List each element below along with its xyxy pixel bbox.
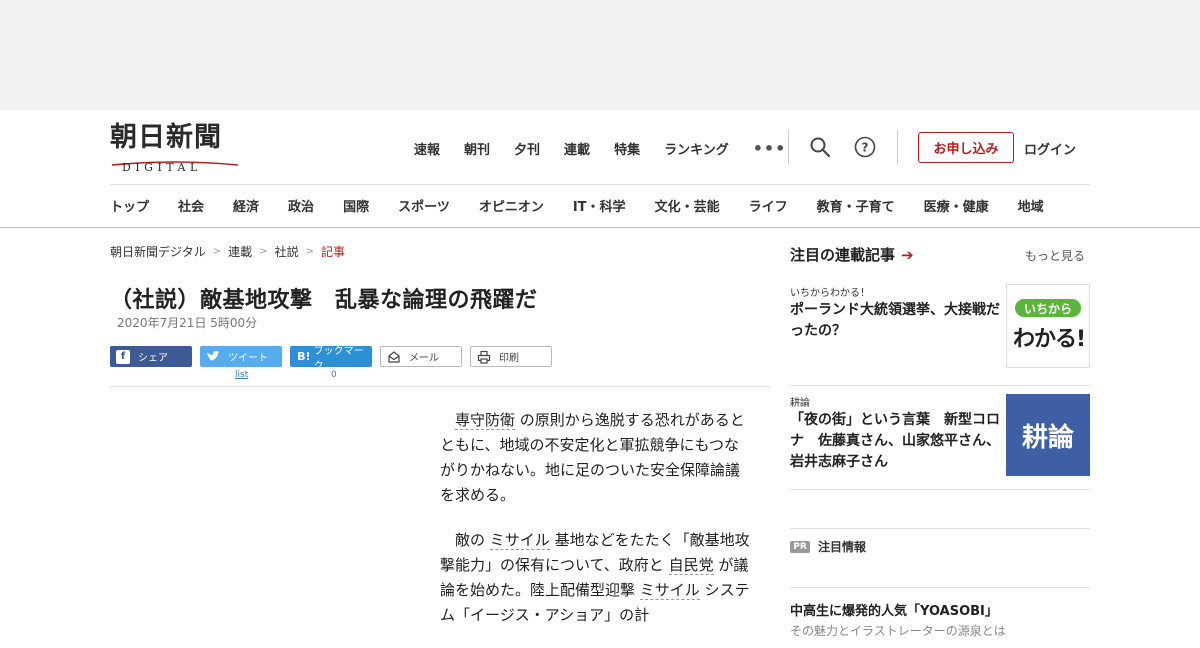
card-kicker: 耕論 — [790, 398, 810, 409]
logo-digital-text: DIGITAL — [122, 161, 202, 174]
pr-subtext[interactable]: その魅力とイラストレーターの源泉とは — [790, 622, 1006, 639]
breadcrumb: 朝日新聞デジタル > 連載 > 社説 > 記事 — [110, 243, 345, 260]
sidebar-heading-text: 注目の連載記事 — [790, 246, 896, 264]
pr-headline[interactable]: 中高生に爆発的人気「YOASOBI」 — [790, 600, 998, 619]
printer-icon — [477, 350, 491, 364]
hatena-bookmark-button[interactable]: B! ブックマーク — [290, 346, 372, 372]
keyword-link[interactable]: ミサイル — [489, 531, 550, 550]
category-life[interactable]: ライフ — [749, 196, 788, 216]
print-button[interactable]: 印刷 — [470, 346, 552, 367]
article-paragraph: 敵の ミサイル 基地などをたたく「敵基地攻撃能力」の保有について、政府と 自民党… — [440, 528, 750, 628]
breadcrumb-shasetsu[interactable]: 社説 — [275, 243, 299, 260]
facebook-share-label: シェア — [138, 353, 168, 364]
ad-banner-area — [0, 0, 1200, 110]
svg-text:?: ? — [862, 141, 869, 155]
mail-icon — [388, 350, 400, 363]
chevron-right-icon: > — [305, 246, 314, 257]
category-keizai[interactable]: 経済 — [233, 196, 259, 216]
card-headline[interactable]: ポーランド大統領選挙、大接戦だったの？ — [790, 300, 1002, 342]
subscribe-button[interactable]: お申し込み — [918, 132, 1014, 163]
search-icon[interactable] — [809, 136, 831, 158]
category-culture[interactable]: 文化・芸能 — [655, 196, 720, 216]
category-education[interactable]: 教育・子育て — [817, 196, 895, 216]
pr-label: 注目情報 — [818, 540, 867, 554]
top-nav-ranking[interactable]: ランキング — [664, 139, 729, 158]
print-label: 印刷 — [499, 353, 519, 364]
header-divider — [897, 130, 898, 164]
hatena-count: 0 — [331, 370, 337, 380]
top-nav-tokushu[interactable]: 特集 — [614, 139, 640, 158]
card-headline[interactable]: 「夜の街」という言葉 新型コロナ 佐藤真さん、山家悠平さん、岩井志麻子さん — [790, 410, 1002, 473]
facebook-share-button[interactable]: f シェア — [110, 346, 192, 367]
category-opinion[interactable]: オピニオン — [479, 196, 544, 216]
pr-section: PR 注目情報 — [790, 528, 1090, 588]
category-shakai[interactable]: 社会 — [178, 196, 204, 216]
mail-share-label: メール — [409, 353, 439, 364]
thumb-title: 耕論 — [1021, 422, 1074, 453]
top-nav-choukan[interactable]: 朝刊 — [464, 139, 490, 158]
twitter-share-button[interactable]: ツイート — [200, 346, 282, 367]
breadcrumb-current: 記事 — [320, 245, 345, 259]
login-link[interactable]: ログイン — [1024, 139, 1076, 158]
top-nav: 速報 朝刊 夕刊 連載 特集 ランキング ••• — [414, 138, 786, 158]
sidebar-card[interactable]: 耕論 「夜の街」という言葉 新型コロナ 佐藤真さん、山家悠平さん、岩井志麻子さん… — [790, 394, 1090, 490]
category-it-science[interactable]: IT・科学 — [573, 196, 626, 216]
share-divider — [110, 386, 770, 387]
chevron-right-icon: > — [212, 246, 222, 257]
site-header: 朝日新聞 DIGITAL 速報 朝刊 夕刊 連載 特集 ランキング ••• ? … — [0, 110, 1200, 228]
category-region[interactable]: 地域 — [1018, 196, 1044, 216]
breadcrumb-home[interactable]: 朝日新聞デジタル — [110, 243, 206, 260]
twitter-count[interactable]: list — [235, 370, 248, 380]
category-kokusai[interactable]: 国際 — [343, 196, 369, 216]
help-icon[interactable]: ? — [854, 136, 876, 158]
top-nav-yukan[interactable]: 夕刊 — [514, 139, 540, 158]
category-seiji[interactable]: 政治 — [288, 196, 314, 216]
twitter-share-label: ツイート — [228, 353, 268, 364]
chevron-right-icon: > — [259, 246, 268, 257]
category-nav: トップ 社会 経済 政治 国際 スポーツ オピニオン IT・科学 文化・芸能 ラ… — [110, 196, 1044, 216]
pr-badge: PR — [790, 541, 810, 553]
category-sports[interactable]: スポーツ — [398, 196, 450, 216]
hatena-b-icon: B! — [297, 350, 311, 363]
article-paragraph: 専守防衛 の原則から逸脱する恐れがあるとともに、地域の不安定化と軍拡競争にもつな… — [440, 408, 750, 508]
breadcrumb-rensai[interactable]: 連載 — [228, 243, 252, 260]
hatena-bookmark-label: ブックマーク — [313, 345, 364, 372]
article-body: 専守防衛 の原則から逸脱する恐れがあるとともに、地域の不安定化と軍拡競争にもつな… — [440, 408, 750, 648]
header-divider — [788, 130, 789, 164]
keyword-link[interactable]: ミサイル — [639, 581, 700, 600]
top-nav-rensai[interactable]: 連載 — [564, 139, 590, 158]
keyword-link[interactable]: 専守防衛 — [455, 411, 516, 430]
category-health[interactable]: 医療・健康 — [924, 196, 989, 216]
category-top[interactable]: トップ — [110, 196, 149, 216]
keyword-link[interactable]: 自民党 — [668, 556, 714, 575]
see-more-link[interactable]: もっと見る — [1025, 247, 1085, 264]
ellipsis-icon[interactable]: ••• — [753, 139, 787, 158]
publish-date: 2020年7月21日 5時00分 — [117, 316, 258, 330]
kouron-thumbnail[interactable]: 耕論 — [1006, 394, 1090, 476]
header-rule — [110, 184, 1090, 185]
card-kicker: いちからわかる！ — [790, 288, 870, 299]
article-title: （社説）敵基地攻撃 乱暴な論理の飛躍だ — [110, 288, 538, 313]
facebook-icon: f — [116, 349, 130, 364]
thumb-title: わかる! — [1013, 327, 1086, 352]
thumb-badge: いちから — [1015, 299, 1081, 317]
top-nav-sokuho[interactable]: 速報 — [414, 139, 440, 158]
sidebar-card[interactable]: いちからわかる！ ポーランド大統領選挙、大接戦だったの？ いちから わかる! — [790, 284, 1090, 386]
logo-wordmark: 朝日新聞 — [110, 122, 222, 153]
featured-series-heading[interactable]: 注目の連載記事 ➔ — [790, 244, 914, 265]
asahi-digital-logo[interactable]: 朝日新聞 DIGITAL — [110, 122, 240, 174]
mail-share-button[interactable]: メール — [380, 346, 462, 367]
arrow-right-icon: ➔ — [901, 245, 914, 264]
ichikara-thumbnail[interactable]: いちから わかる! — [1006, 284, 1090, 368]
twitter-bird-icon — [207, 350, 220, 361]
paragraph-text: 敵の — [455, 531, 486, 549]
